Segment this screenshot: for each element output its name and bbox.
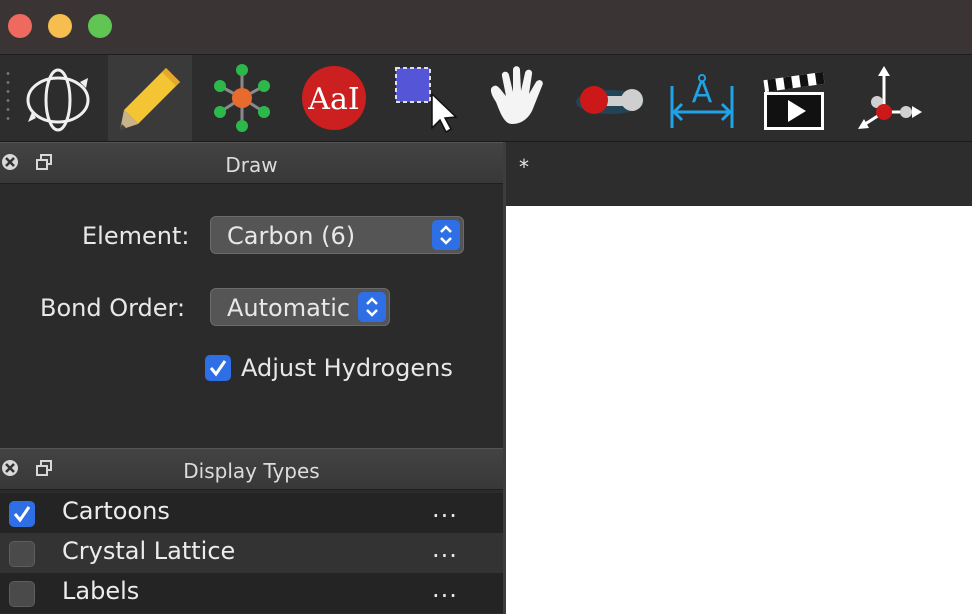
element-select[interactable]: Carbon (6)	[210, 216, 464, 254]
selection-cursor-icon	[395, 67, 458, 134]
molecule-viewport[interactable]	[506, 206, 972, 614]
display-type-row[interactable]: Labels ...	[0, 573, 503, 613]
clapperboard-play-icon	[763, 71, 825, 130]
display-type-checkbox[interactable]	[9, 581, 35, 607]
manipulate-tool-button[interactable]	[476, 55, 560, 141]
svg-text:AaI: AaI	[307, 82, 359, 117]
window-close-button[interactable]	[8, 14, 32, 38]
display-type-checkbox[interactable]	[9, 501, 35, 527]
measure-tool-button[interactable]: Å	[660, 55, 744, 141]
display-types-titlebar: Display Types	[0, 448, 503, 490]
window-titlebar	[0, 0, 972, 55]
hand-icon	[490, 66, 543, 124]
select-arrows-icon	[358, 292, 386, 322]
select-tool-button[interactable]	[384, 55, 468, 141]
template-tool-button[interactable]	[200, 55, 284, 141]
document-tab-modified[interactable]: *	[519, 155, 529, 179]
display-type-row[interactable]: Crystal Lattice ...	[0, 533, 503, 573]
pencil-icon	[119, 68, 180, 131]
draw-panel-titlebar: Draw	[0, 142, 503, 184]
bond-icon	[576, 86, 644, 114]
align-tool-button[interactable]	[844, 55, 928, 141]
element-label: Element:	[82, 222, 190, 250]
angstrom-ruler-icon: Å	[670, 74, 734, 128]
bond-order-select-value: Automatic	[227, 294, 351, 322]
molecule-template-icon	[214, 64, 270, 132]
adjust-hydrogens-label[interactable]: Adjust Hydrogens	[241, 354, 453, 382]
svg-text:Å: Å	[692, 74, 713, 110]
main-toolbar: AaI Å	[0, 55, 972, 142]
element-select-value: Carbon (6)	[227, 222, 356, 250]
display-types-title: Display Types	[183, 459, 320, 483]
display-type-row[interactable]: Cartoons ...	[0, 493, 503, 533]
select-arrows-icon	[432, 220, 460, 250]
document-tabbar: *	[506, 142, 972, 206]
draw-tool-button[interactable]	[108, 55, 192, 141]
checkmark-icon	[13, 506, 31, 523]
axes-align-icon	[858, 66, 922, 129]
window-maximize-button[interactable]	[88, 14, 112, 38]
checkmark-icon	[209, 360, 227, 377]
text-label-icon: AaI	[302, 66, 366, 130]
bond-centric-tool-button[interactable]	[568, 55, 652, 141]
display-type-label: Crystal Lattice	[62, 537, 236, 565]
display-type-checkbox[interactable]	[9, 541, 35, 567]
window-minimize-button[interactable]	[48, 14, 72, 38]
toolbar-grip-handle[interactable]	[6, 69, 10, 123]
navigate-tool-button[interactable]	[16, 55, 100, 141]
display-type-label: Labels	[62, 577, 140, 605]
bond-order-label: Bond Order:	[40, 294, 186, 322]
label-tool-button[interactable]: AaI	[292, 55, 376, 141]
display-type-settings-button[interactable]: ...	[432, 535, 458, 563]
bond-order-select[interactable]: Automatic	[210, 288, 390, 326]
animation-tool-button[interactable]	[752, 55, 836, 141]
display-type-settings-button[interactable]: ...	[432, 495, 458, 523]
draw-panel: Element: Carbon (6) Bond Order: Automati…	[0, 187, 503, 445]
draw-panel-title: Draw	[225, 153, 278, 177]
display-type-label: Cartoons	[62, 497, 170, 525]
display-type-settings-button[interactable]: ...	[432, 575, 458, 603]
adjust-hydrogens-checkbox[interactable]	[205, 355, 231, 381]
rotate-orbit-icon	[26, 68, 90, 132]
